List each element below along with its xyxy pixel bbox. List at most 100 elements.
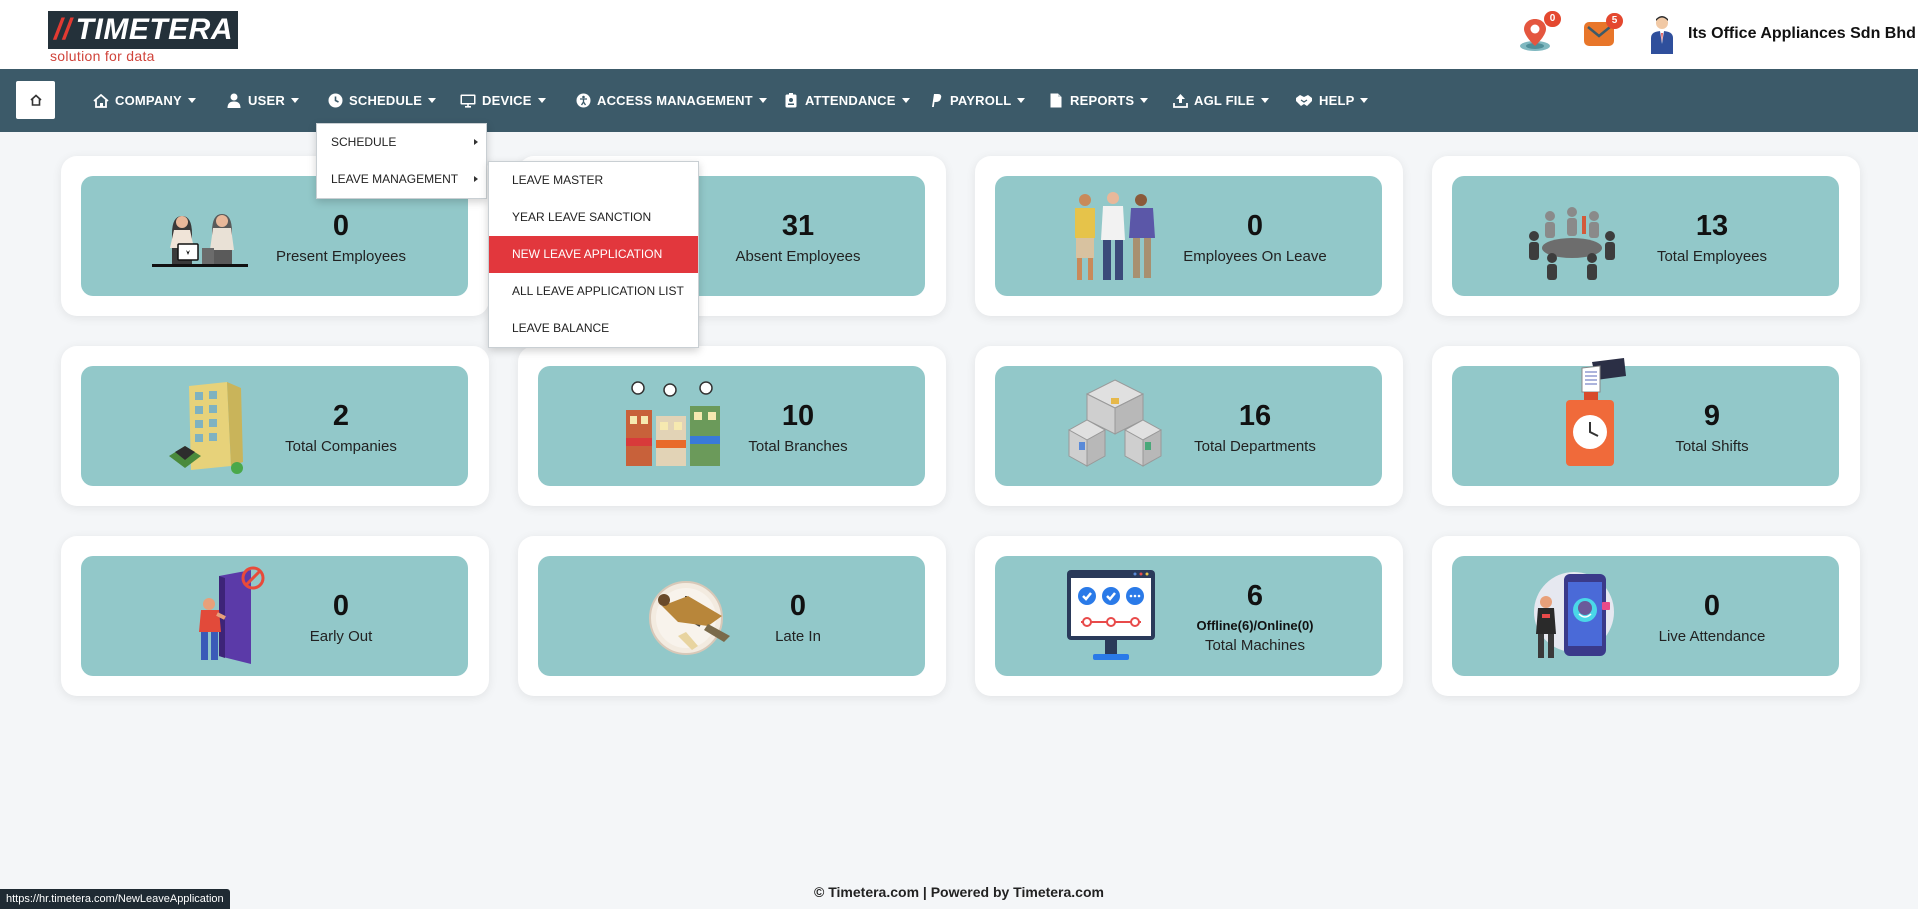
file-icon [1048,93,1064,109]
card-early-out[interactable]: 0 Early Out [61,536,489,696]
main-nav: COMPANY USER SCHEDULE DEVICE ACCESS MANA… [0,69,1918,132]
live-attendance-icon [1534,572,1614,658]
total-departments-label: Total Departments [1194,438,1316,455]
card-total-departments[interactable]: 16 Total Departments [975,346,1403,506]
link-preview-statusbar: https://hr.timetera.com/NewLeaveApplicat… [0,889,230,909]
card-live-attendance[interactable]: 0 Live Attendance [1432,536,1860,696]
total-shifts-value: 9 [1703,400,1721,432]
total-departments-icon [1067,379,1163,467]
card-total-companies[interactable]: 2 Total Companies [61,346,489,506]
chevron-down-icon [1260,98,1269,103]
chevron-down-icon [1360,98,1369,103]
chevron-right-icon [474,176,478,182]
total-machines-value: 6 [1246,580,1264,612]
logo-slashes: // [54,13,72,46]
handshake-icon [1295,93,1313,109]
menu-item-leave-balance[interactable]: LEAVE BALANCE [489,310,698,347]
menu-item-schedule[interactable]: SCHEDULE [317,124,486,161]
location-notification-button[interactable]: 0 [1517,11,1561,52]
total-employees-value: 13 [1695,210,1729,242]
total-machines-icon [1067,570,1155,660]
chevron-down-icon [290,98,299,103]
brand-name: TIMETERA [75,13,233,46]
company-icon [93,93,109,109]
user-avatar[interactable] [1648,14,1676,54]
card-total-machines[interactable]: 6 Offline(6)/Online(0) Total Machines [975,536,1403,696]
early-out-label: Early Out [309,628,373,645]
nav-attendance-label: ATTENDANCE [805,93,896,108]
header: //TIMETERA solution for data 0 5 Its Off… [0,0,1918,69]
user-icon [226,93,242,109]
id-badge-icon [783,93,799,109]
total-employees-label: Total Employees [1656,248,1768,265]
live-attendance-label: Live Attendance [1658,628,1766,645]
nav-payroll[interactable]: PAYROLL [928,69,1026,132]
menu-item-new-leave-application[interactable]: NEW LEAVE APPLICATION [489,236,698,273]
present-employees-icon [152,214,248,267]
menu-item-schedule-label: SCHEDULE [331,135,397,149]
nav-device-label: DEVICE [482,93,532,108]
total-companies-value: 2 [332,400,350,432]
nav-reports[interactable]: REPORTS [1048,69,1149,132]
nav-payroll-label: PAYROLL [950,93,1012,108]
nav-user[interactable]: USER [226,69,299,132]
nav-agl-file-label: AGL FILE [1194,93,1255,108]
location-badge: 0 [1544,11,1561,27]
nav-agl-file[interactable]: AGL FILE [1172,69,1269,132]
live-attendance-value: 0 [1703,590,1721,622]
menu-item-leave-management[interactable]: LEAVE MANAGEMENT [317,161,486,198]
brand-tagline: solution for data [50,48,155,64]
nav-help[interactable]: HELP [1295,69,1369,132]
total-machines-label: Total Machines [1204,637,1306,654]
nav-company-label: COMPANY [115,93,182,108]
absent-employees-label: Absent Employees [735,248,861,265]
nav-company[interactable]: COMPANY [93,69,196,132]
chevron-down-icon [1140,98,1149,103]
paypal-icon [928,93,944,109]
home-icon [29,94,42,106]
nav-access-management-label: ACCESS MANAGEMENT [597,93,753,108]
nav-access-management[interactable]: ACCESS MANAGEMENT [575,69,767,132]
nav-user-label: USER [248,93,285,108]
chevron-down-icon [1017,98,1026,103]
mail-badge: 5 [1606,13,1623,29]
late-in-label: Late In [775,628,821,645]
card-late-in[interactable]: 0 Late In [518,536,946,696]
card-total-employees[interactable]: 13 Total Employees [1432,156,1860,316]
nav-attendance[interactable]: ATTENDANCE [783,69,910,132]
chevron-down-icon [187,98,196,103]
total-shifts-label: Total Shifts [1675,438,1749,455]
home-button[interactable] [16,81,55,119]
present-employees-label: Present Employees [275,248,407,265]
company-name[interactable]: Its Office Appliances Sdn Bhd [1688,25,1916,43]
upload-icon [1172,93,1188,109]
clock-icon [327,93,343,109]
nav-reports-label: REPORTS [1070,93,1135,108]
leave-management-submenu: LEAVE MASTER YEAR LEAVE SANCTION NEW LEA… [488,161,699,348]
total-branches-value: 10 [781,400,815,432]
early-out-value: 0 [332,590,350,622]
mail-button[interactable]: 5 [1583,13,1623,54]
employees-on-leave-label: Employees On Leave [1183,248,1327,265]
accessibility-icon [575,93,591,109]
nav-schedule-label: SCHEDULE [349,93,423,108]
chevron-down-icon [428,98,437,103]
brand-logo[interactable]: //TIMETERA solution for data [48,11,238,63]
menu-item-year-leave-sanction[interactable]: YEAR LEAVE SANCTION [489,199,698,236]
employees-on-leave-icon [1075,192,1155,280]
monitor-icon [460,93,476,109]
card-total-branches[interactable]: 10 Total Branches [518,346,946,506]
chevron-right-icon [474,139,478,145]
card-employees-on-leave[interactable]: 0 Employees On Leave [975,156,1403,316]
menu-item-all-leave-application-list[interactable]: ALL LEAVE APPLICATION LIST [489,273,698,310]
total-employees-icon [1529,207,1615,280]
total-companies-label: Total Companies [285,438,397,455]
menu-item-leave-management-label: LEAVE MANAGEMENT [331,172,459,186]
schedule-dropdown: SCHEDULE LEAVE MANAGEMENT [316,123,487,199]
menu-item-leave-master[interactable]: LEAVE MASTER [489,162,698,199]
total-branches-label: Total Branches [748,438,848,455]
card-total-shifts[interactable]: 9 Total Shifts [1432,346,1860,506]
nav-help-label: HELP [1319,93,1355,108]
present-employees-value: 0 [332,210,350,242]
chevron-down-icon [537,98,546,103]
